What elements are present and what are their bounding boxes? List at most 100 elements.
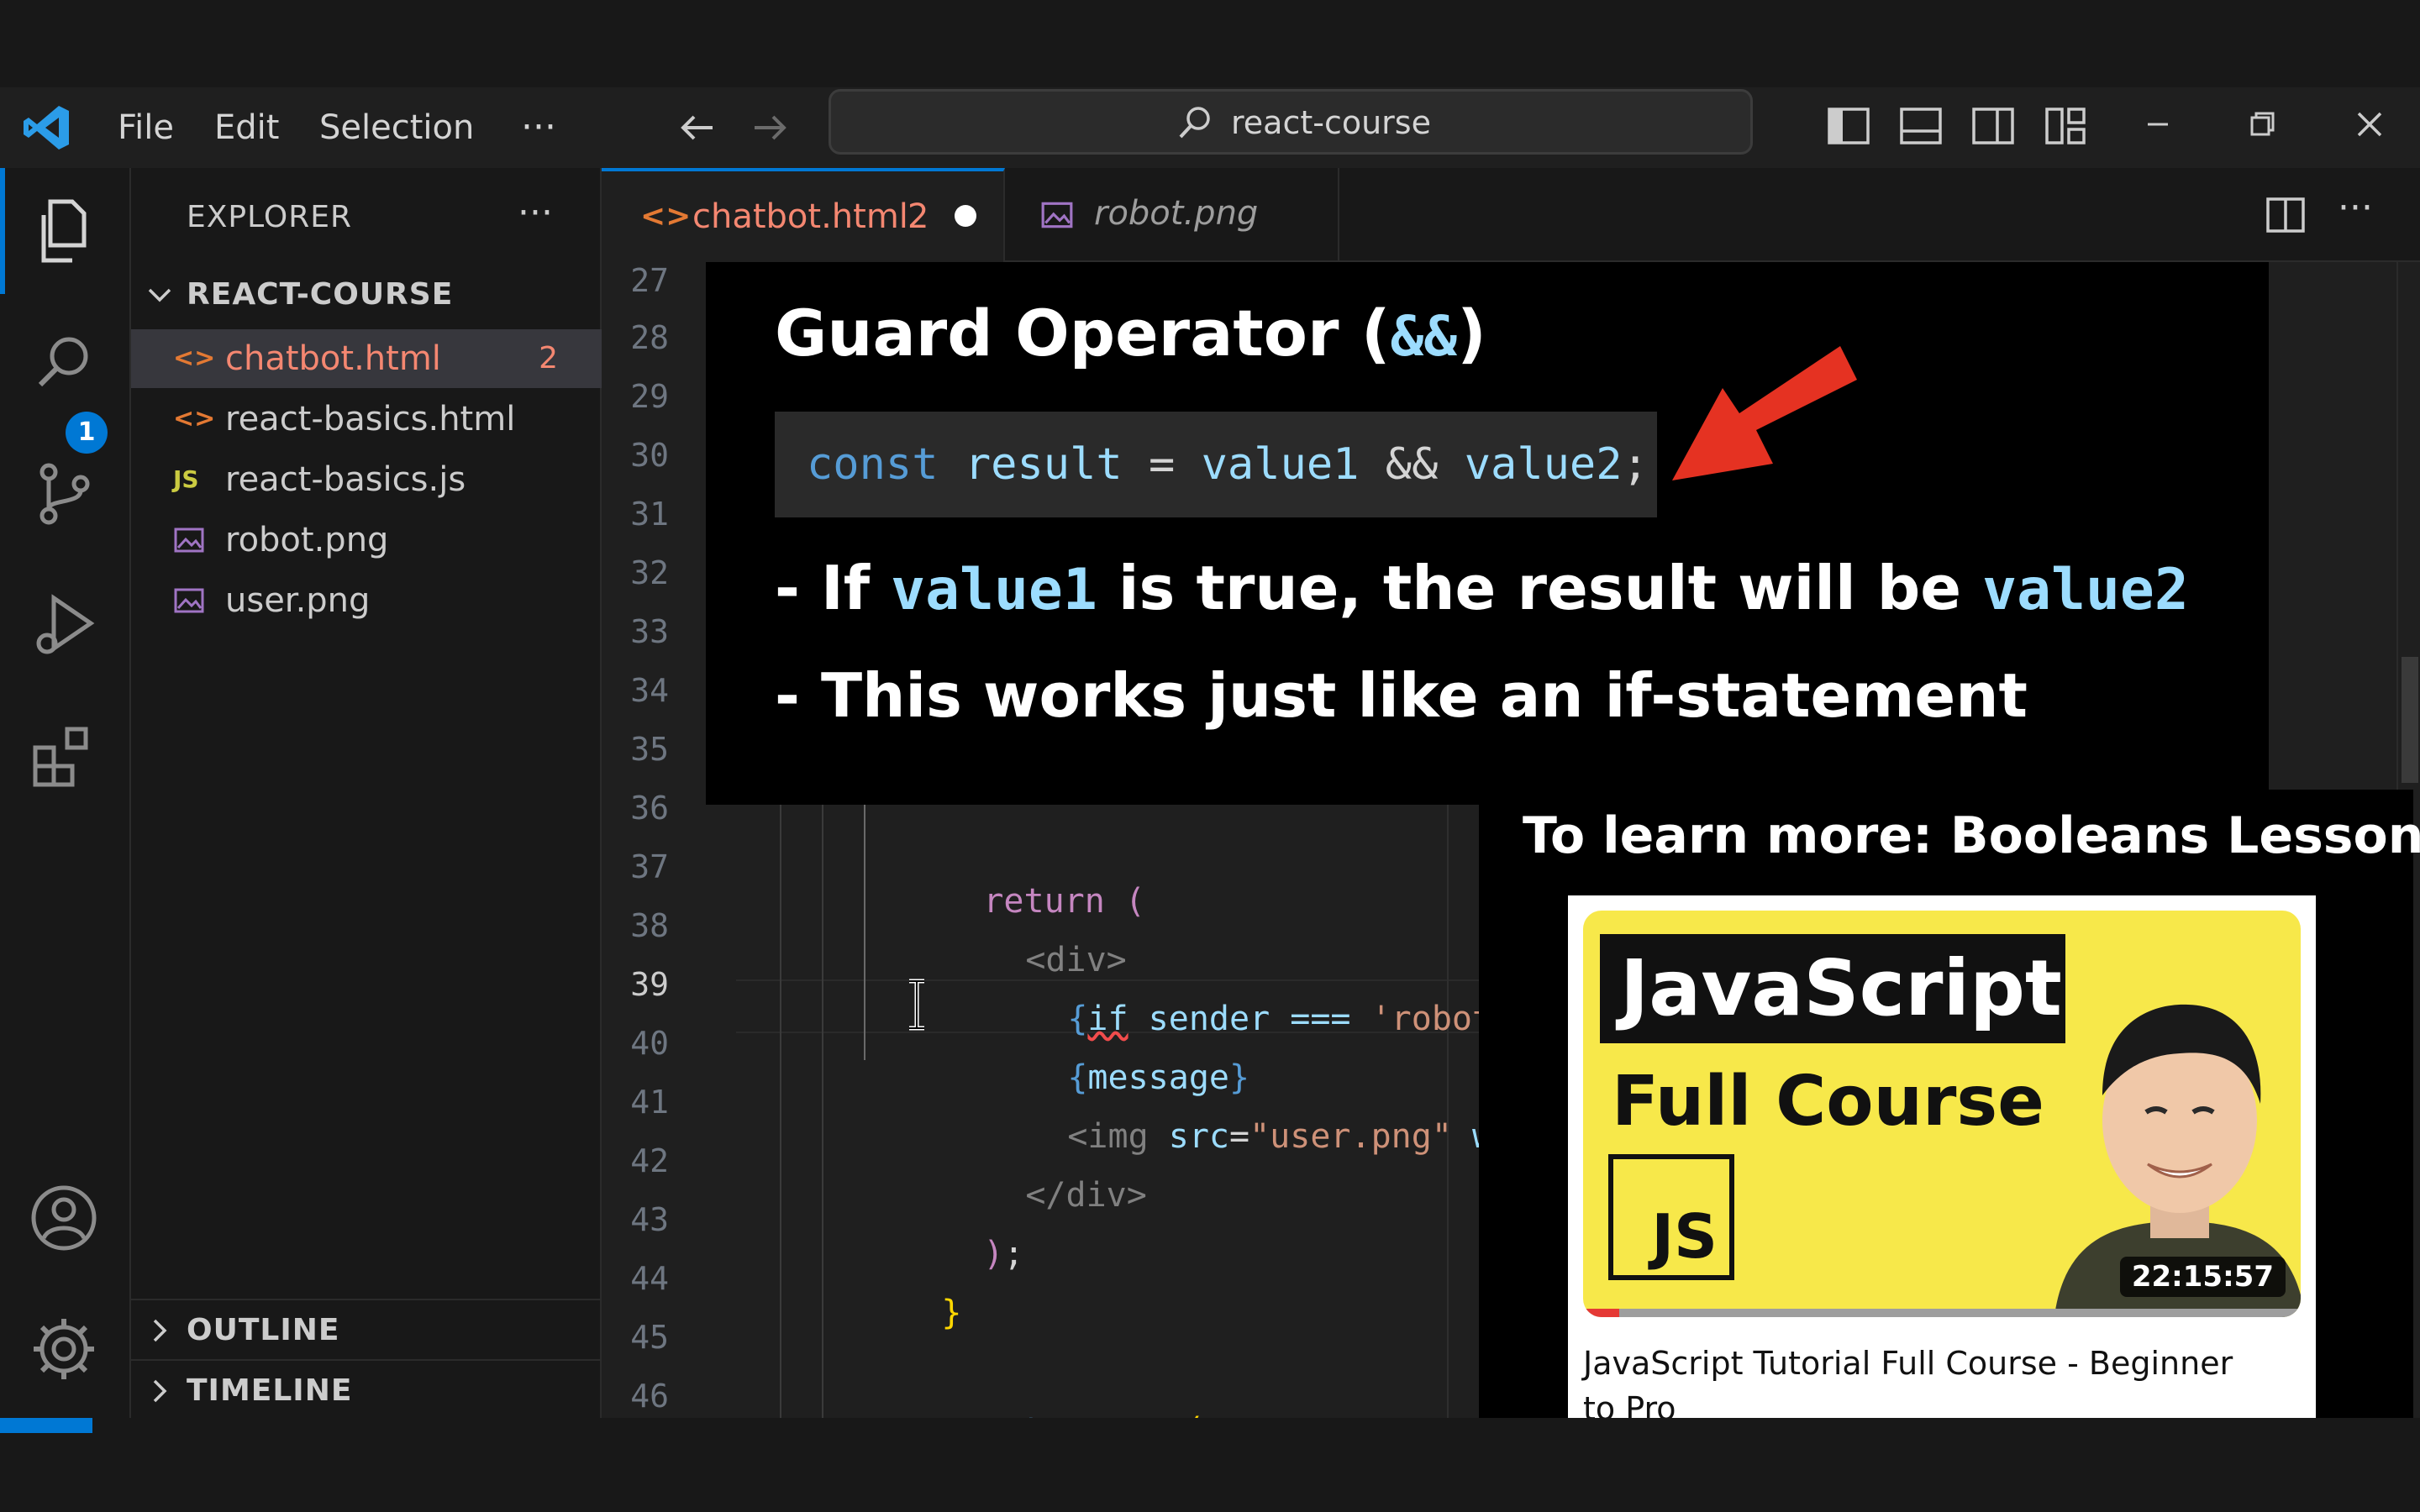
active-indicator (0, 168, 5, 294)
line-number: 43 (630, 1201, 669, 1238)
explorer-badge: 1 (66, 412, 108, 454)
code-token: = (1228, 1117, 1250, 1156)
code-token: const (941, 1411, 1042, 1418)
code-token: app (1043, 1411, 1123, 1418)
video-card[interactable]: JavaScript Full Course JS 22:15:57 JavaS… (1568, 895, 2316, 1430)
toggle-panel-icon[interactable] (1897, 102, 1944, 150)
video-thumbnail[interactable]: JavaScript Full Course JS 22:15:57 (1583, 911, 2301, 1317)
tab-label: robot.png (1094, 194, 1259, 233)
customize-layout-icon[interactable] (2042, 102, 2089, 150)
line-number: 38 (630, 907, 669, 944)
remote-indicator[interactable] (0, 1418, 92, 1433)
line-number: 40 (630, 1025, 669, 1062)
image-file-icon (174, 528, 204, 553)
indent-guide (864, 783, 865, 1060)
bullet-text: - If (775, 553, 892, 623)
js-file-icon: JS (173, 465, 199, 493)
settings-gear-icon[interactable] (25, 1310, 103, 1388)
file-robot-png[interactable]: robot.png (131, 511, 602, 570)
file-react-basics-js[interactable]: JS react-basics.js (131, 450, 602, 509)
search-icon (1179, 107, 1210, 139)
status-bar (0, 1418, 2420, 1433)
slide-title: Guard Operator (&&) (775, 296, 1486, 370)
extensions-icon[interactable] (25, 717, 103, 795)
toggle-primary-sidebar-icon[interactable] (1825, 102, 1872, 150)
forward-arrow-icon[interactable] (748, 106, 792, 150)
explorer-title: EXPLORER (187, 200, 352, 234)
account-icon[interactable] (25, 1179, 103, 1257)
outline-section[interactable]: OUTLINE (131, 1299, 602, 1359)
file-name: robot.png (225, 521, 389, 559)
line-number: 45 (630, 1319, 669, 1356)
file-react-basics-html[interactable]: <> react-basics.html (131, 390, 602, 449)
line-number: 28 (630, 319, 669, 356)
line-number: 33 (630, 613, 669, 650)
code-token: ) (983, 1235, 1004, 1273)
thumbnail-banner-text: JavaScript (1620, 943, 2062, 1033)
tab-robot-png[interactable]: robot.png (1005, 168, 1339, 262)
video-progress-bar (1583, 1309, 2301, 1317)
vscode-logo-icon (24, 106, 69, 150)
chevron-right-icon (153, 1379, 167, 1403)
tab-problem-count: 2 (908, 197, 929, 236)
minimize-icon[interactable] (2134, 101, 2181, 148)
explorer-files-icon[interactable] (25, 193, 103, 270)
timeline-label: TIMELINE (187, 1373, 353, 1408)
restore-icon[interactable] (2238, 101, 2286, 148)
slide-bullet-1: - If value1 is true, the result will be … (775, 553, 2189, 623)
folder-label: REACT-COURSE (187, 277, 454, 312)
folder-react-course[interactable]: REACT-COURSE (131, 265, 602, 324)
line-number: 32 (630, 554, 669, 591)
code-token: && (1359, 439, 1465, 490)
code-line-44: } (860, 1255, 961, 1371)
bullet-text: is true, the result will be (1097, 553, 1983, 623)
menu-selection[interactable]: Selection (319, 87, 474, 168)
file-chatbot-html[interactable]: <> chatbot.html 2 (131, 329, 602, 388)
code-token: ; (1003, 1235, 1024, 1273)
outline-label: OUTLINE (187, 1313, 340, 1347)
code-token: src (1148, 1117, 1229, 1156)
search-icon[interactable] (25, 324, 103, 402)
scrollbar-thumb[interactable] (2402, 657, 2418, 783)
source-control-icon[interactable] (25, 455, 103, 533)
line-number: 36 (630, 790, 669, 827)
unsaved-dot-icon[interactable] (955, 205, 976, 227)
close-icon[interactable] (2346, 101, 2393, 148)
activity-bar: 1 (0, 168, 131, 1418)
toggle-secondary-sidebar-icon[interactable] (1970, 102, 2017, 150)
chevron-right-icon (153, 1319, 167, 1342)
js-logo-icon: JS (1608, 1154, 1734, 1280)
back-arrow-icon[interactable] (676, 106, 719, 150)
timeline-section[interactable]: TIMELINE (131, 1359, 602, 1420)
slide-code-box: const result = value1 && value2; (775, 412, 1657, 517)
explorer-sidebar: EXPLORER ··· REACT-COURSE <> chatbot.htm… (131, 168, 602, 1418)
menu-more[interactable]: ··· (521, 87, 556, 168)
line-number: 42 (630, 1142, 669, 1179)
editor-tab-bar: <> chatbot.html 2 robot.png ··· (602, 168, 2420, 262)
code-token: = (1122, 439, 1202, 490)
lesson-title: To learn more: Booleans Lesson (1523, 806, 2420, 865)
thumbnail-banner: JavaScript (1600, 934, 2065, 1043)
image-file-icon (174, 588, 204, 613)
file-name: chatbot.html (225, 339, 441, 378)
booleans-lesson-card[interactable]: To learn more: Booleans Lesson JavaScrip… (1479, 790, 2420, 1430)
file-name: user.png (225, 581, 371, 620)
bottom-band (0, 1433, 2420, 1512)
file-user-png[interactable]: user.png (131, 571, 602, 630)
code-token: ( (1184, 1411, 1204, 1418)
code-token: 'robot (1370, 1000, 1493, 1038)
editor-more-button[interactable]: ··· (2338, 186, 2373, 229)
explorer-more-button[interactable]: ··· (518, 192, 553, 234)
line-number: 27 (630, 262, 669, 299)
line-number: 34 (630, 672, 669, 709)
menu-edit[interactable]: Edit (214, 87, 279, 168)
tab-chatbot-html[interactable]: <> chatbot.html 2 (602, 168, 1005, 262)
command-center-search[interactable]: react-course (829, 89, 1753, 155)
run-and-debug-icon[interactable] (25, 586, 103, 664)
code-line-46: const app = ( (860, 1373, 1204, 1418)
line-number: 44 (630, 1260, 669, 1297)
split-editor-icon[interactable] (2264, 193, 2307, 237)
line-number: 29 (630, 378, 669, 415)
menu-file[interactable]: File (118, 87, 174, 168)
html-file-icon: <> (173, 344, 216, 373)
